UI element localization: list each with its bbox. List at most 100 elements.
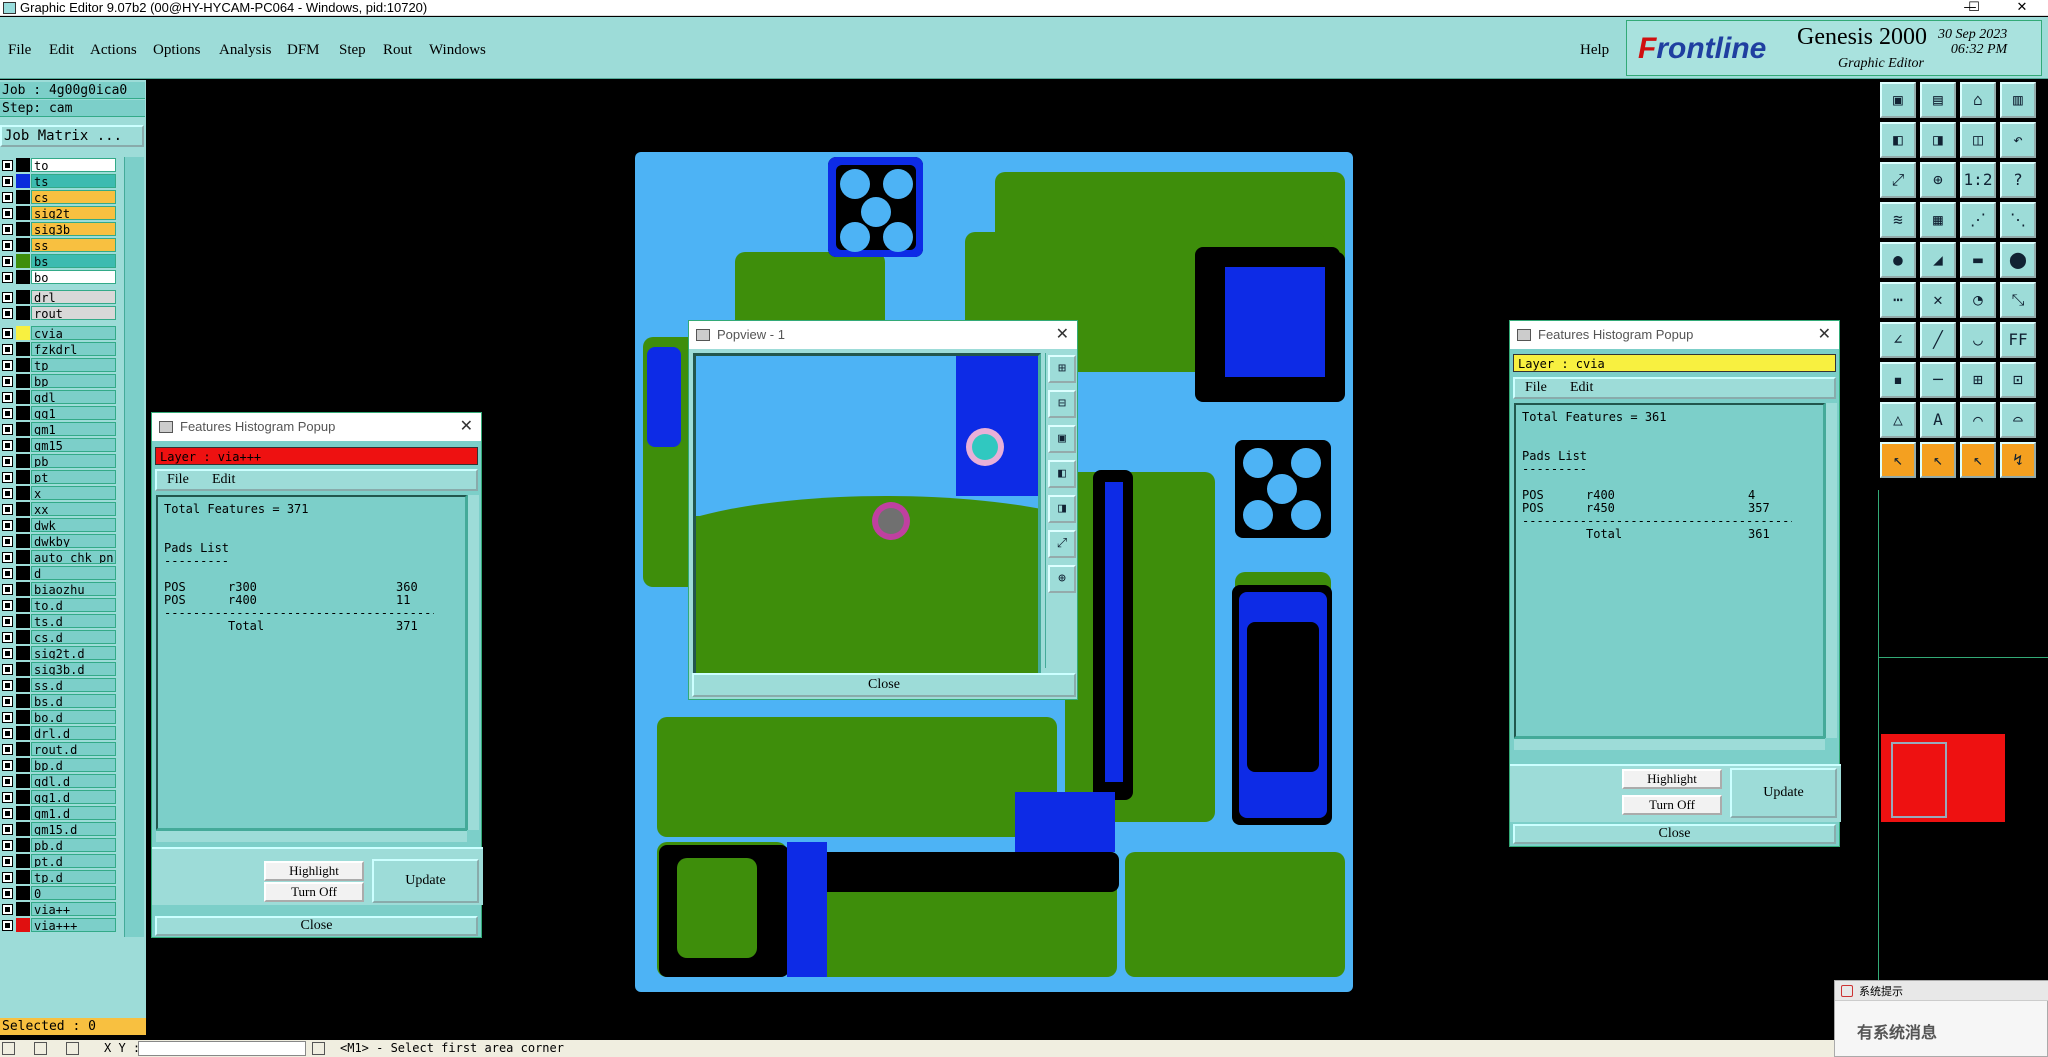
layer-color-swatch[interactable] [16, 742, 30, 756]
pan-left-icon[interactable]: ◧ [1880, 122, 1916, 158]
layer-color-swatch[interactable] [16, 518, 30, 532]
layer-row-rout-d[interactable]: rout.d [0, 741, 118, 757]
arch-icon[interactable]: ⌒ [1960, 402, 1996, 438]
layer-row-drl-d[interactable]: drl.d [0, 725, 118, 741]
pan-left-icon[interactable]: ◧ [1048, 460, 1076, 488]
close-button[interactable]: Close [1513, 824, 1836, 844]
layer-checkbox[interactable] [2, 728, 13, 739]
report-hscroll[interactable] [156, 830, 467, 842]
net-icon[interactable]: ⊞ [1960, 362, 1996, 398]
layer-color-swatch[interactable] [16, 206, 30, 220]
highlight-button[interactable]: Highlight [264, 861, 364, 881]
system-notice[interactable]: 系统提示 有系统消息 [1834, 980, 2048, 1057]
close-icon[interactable]: ✕ [1818, 321, 1831, 349]
layer-name[interactable]: gm1 [31, 422, 116, 436]
layer-name[interactable]: tp [31, 358, 116, 372]
layer-checkbox[interactable] [2, 648, 13, 659]
layer-name[interactable]: biaozhu [31, 582, 116, 596]
maximize-button[interactable]: ☐ [1952, 0, 1996, 16]
layer-name[interactable]: auto_chk_pn [31, 550, 116, 564]
arc-icon[interactable]: ◔ [1960, 282, 1996, 318]
layer-row-sig3b-d[interactable]: sig3b.d [0, 661, 118, 677]
rect-icon[interactable]: ▬ [1960, 242, 1996, 278]
zoom-in-icon[interactable]: ▤ [1920, 82, 1956, 118]
layer-checkbox[interactable] [2, 600, 13, 611]
popview-canvas[interactable] [693, 353, 1041, 691]
layer-name[interactable]: via+++ [31, 918, 116, 932]
close-icon[interactable]: ✕ [1056, 321, 1069, 349]
layer-checkbox[interactable] [2, 744, 13, 755]
popview-close-button[interactable]: Close [692, 673, 1076, 697]
popup-menu-edit[interactable]: Edit [212, 471, 235, 489]
layer-row-cs-d[interactable]: cs.d [0, 629, 118, 645]
turn-off-button[interactable]: Turn Off [264, 882, 364, 902]
layer-row-biaozhu[interactable]: biaozhu [0, 581, 118, 597]
layer-checkbox[interactable] [2, 472, 13, 483]
layer-name[interactable]: sig2t [31, 206, 116, 220]
layer-checkbox[interactable] [2, 776, 13, 787]
layer-color-swatch[interactable] [16, 614, 30, 628]
measure-icon[interactable]: ≋ [1880, 202, 1916, 238]
status-check-icon[interactable] [34, 1042, 47, 1055]
layer-name[interactable]: fzkdrl [31, 342, 116, 356]
layer-name[interactable]: gm15.d [31, 822, 116, 836]
layer-row-dwkby[interactable]: dwkby [0, 533, 118, 549]
menu-step[interactable]: Step [339, 42, 366, 59]
layer-checkbox[interactable] [2, 696, 13, 707]
layer-row-d[interactable]: d [0, 565, 118, 581]
layer-color-swatch[interactable] [16, 222, 30, 236]
layer-name[interactable]: bs [31, 254, 116, 268]
point-icon[interactable]: ● [1880, 242, 1916, 278]
layer-checkbox[interactable] [2, 504, 13, 515]
layer-name[interactable]: rout.d [31, 742, 116, 756]
layer-list-scrollbar[interactable] [124, 157, 144, 937]
layer-color-swatch[interactable] [16, 854, 30, 868]
snap-icon[interactable]: ◫ [1960, 122, 1996, 158]
layer-color-swatch[interactable] [16, 598, 30, 612]
layer-color-swatch[interactable] [16, 582, 30, 596]
layer-row-xx[interactable]: xx [0, 501, 118, 517]
layer-checkbox[interactable] [2, 176, 13, 187]
layer-checkbox[interactable] [2, 344, 13, 355]
layer-checkbox[interactable] [2, 584, 13, 595]
layer-name[interactable]: drl [31, 290, 116, 304]
layer-row-to-d[interactable]: to.d [0, 597, 118, 613]
status-grid-icon[interactable] [66, 1042, 79, 1055]
pointer4-icon[interactable]: ↯ [2000, 442, 2036, 478]
a-icon[interactable]: A [1920, 402, 1956, 438]
layer-color-swatch[interactable] [16, 726, 30, 740]
layer-checkbox[interactable] [2, 160, 13, 171]
layer-color-swatch[interactable] [16, 838, 30, 852]
layer-checkbox[interactable] [2, 568, 13, 579]
grid-icon[interactable]: ▦ [1920, 202, 1956, 238]
layer-checkbox[interactable] [2, 792, 13, 803]
layer-color-swatch[interactable] [16, 358, 30, 372]
menu-dfm[interactable]: DFM [287, 42, 320, 59]
layer-name[interactable]: gg1 [31, 406, 116, 420]
layer-row-bo-d[interactable]: bo.d [0, 709, 118, 725]
menu-analysis[interactable]: Analysis [219, 42, 272, 59]
layer-row-gdl-d[interactable]: gdl.d [0, 773, 118, 789]
turn-off-button[interactable]: Turn Off [1622, 795, 1722, 815]
layer-color-swatch[interactable] [16, 662, 30, 676]
layer-color-swatch[interactable] [16, 326, 30, 340]
job-matrix-button[interactable]: Job Matrix ... [0, 125, 144, 147]
layer-name[interactable]: x [31, 486, 116, 500]
layer-row-gm1[interactable]: gm1 [0, 421, 118, 437]
layer-name[interactable]: gdl.d [31, 774, 116, 788]
layer-row-gg1[interactable]: gg1 [0, 405, 118, 421]
layer-name[interactable]: ss [31, 238, 116, 252]
pointer3-icon[interactable]: ↖ [1960, 442, 1996, 478]
help-icon[interactable]: ? [2000, 162, 2036, 198]
popup-menu-edit[interactable]: Edit [1570, 379, 1593, 397]
zoom-home-icon[interactable]: ▣ [1880, 82, 1916, 118]
layer-name[interactable]: gm1.d [31, 806, 116, 820]
layer-name[interactable]: pt [31, 470, 116, 484]
layer-color-swatch[interactable] [16, 902, 30, 916]
layer-row-bp[interactable]: bp [0, 373, 118, 389]
redo-icon[interactable]: ↶ [2000, 122, 2036, 158]
report-vscroll[interactable] [467, 495, 479, 830]
layer-color-swatch[interactable] [16, 534, 30, 548]
layer-row-cs[interactable]: cs [0, 189, 118, 205]
pad-icon[interactable]: ▪ [1880, 362, 1916, 398]
